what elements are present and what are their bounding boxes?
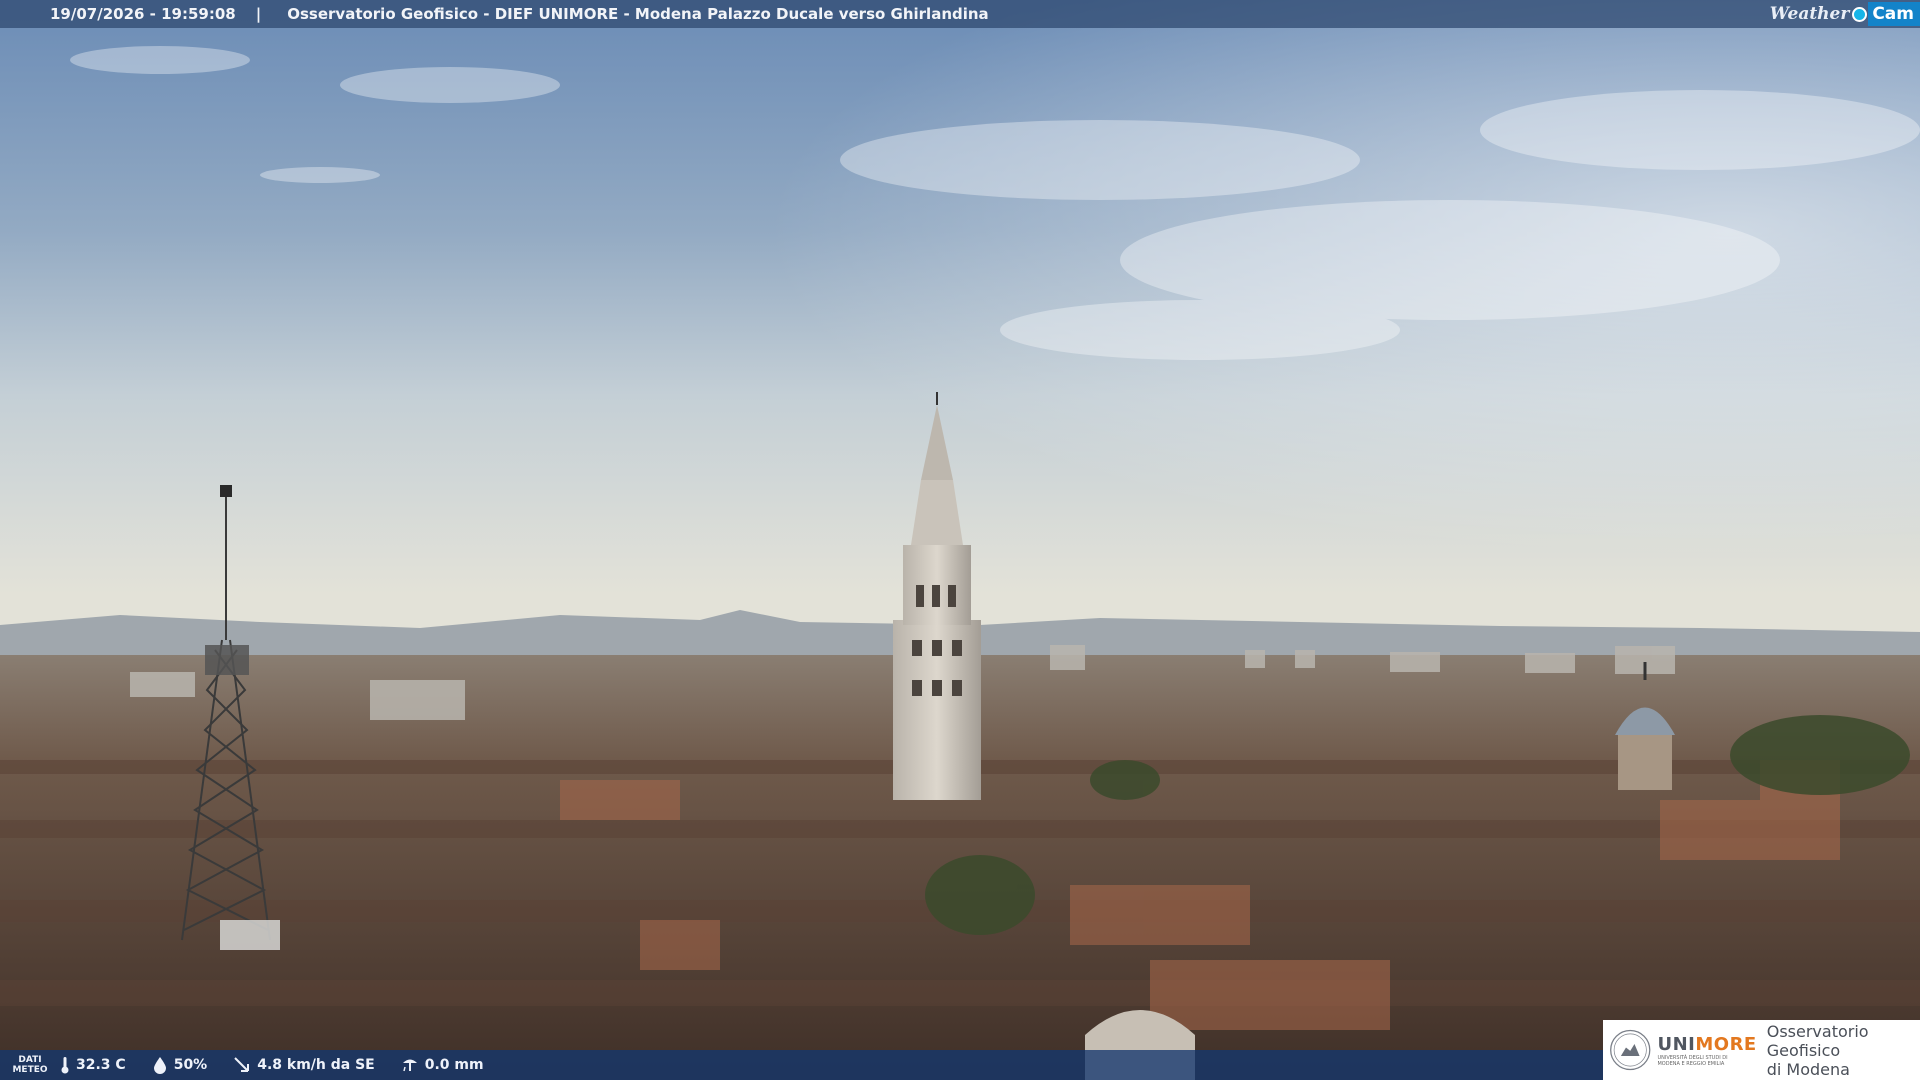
wind-value: 4.8 km/h da SE [257,1057,375,1073]
camera-title: Osservatorio Geofisico - DIEF UNIMORE - … [287,5,989,23]
humidity-value: 50% [173,1057,208,1073]
university-subtitle: UNIVERSITÀ DEGLI STUDI DI MODENA E REGGI… [1657,1054,1728,1067]
rain-value: 0.0 mm [424,1057,484,1073]
humidity-drop-icon [153,1057,166,1074]
observatory-line-2: di Modena [1766,1059,1850,1079]
university-seal-icon [1610,1029,1651,1071]
separator: | [255,5,262,23]
university-name: UNIMORE [1657,1034,1756,1055]
temperature-value: 32.3 C [76,1057,126,1073]
university-name-block: UNIMORE UNIVERSITÀ DEGLI STUDI DI MODENA… [1657,1034,1756,1067]
brand-cam-text: Cam [1868,2,1920,26]
rain-reading: 0.0 mm [401,1056,484,1074]
dati-meteo-label: DATI METEO [0,1055,60,1075]
uni-prefix: UNI [1657,1033,1696,1055]
wind-arrow-icon [234,1057,250,1072]
observatory-name: Osservatorio Geofisico di Modena [1767,1022,1920,1079]
camera-dot-icon [1852,6,1868,22]
temperature-reading: 32.3 C [60,1056,126,1074]
rain-gauge-icon [402,1059,417,1072]
unimore-logo-panel: UNIMORE UNIVERSITÀ DEGLI STUDI DI MODENA… [1603,1020,1920,1080]
dati-label: DATI [18,1055,42,1065]
wind-reading: 4.8 km/h da SE [233,1056,375,1074]
timestamp: 19/07/2026 - 19:59:08 [50,5,236,23]
thermometer-icon [61,1057,69,1074]
uni-suffix: MORE [1695,1033,1757,1055]
brand-weather-text: Weather [1769,4,1850,24]
observatory-line-1: Osservatorio Geofisico [1766,1021,1869,1060]
weathercam-logo: Weather Cam [1770,0,1920,28]
meteo-label: METEO [12,1065,48,1075]
humidity-reading: 50% [152,1056,208,1074]
weather-data-bar: DATI METEO 32.3 C 50% 4.8 km/h da SE 0.0… [0,1050,1605,1080]
top-overlay-bar: 19/07/2026 - 19:59:08 | Osservatorio Geo… [0,0,1920,28]
webcam-scene [0,0,1920,1080]
